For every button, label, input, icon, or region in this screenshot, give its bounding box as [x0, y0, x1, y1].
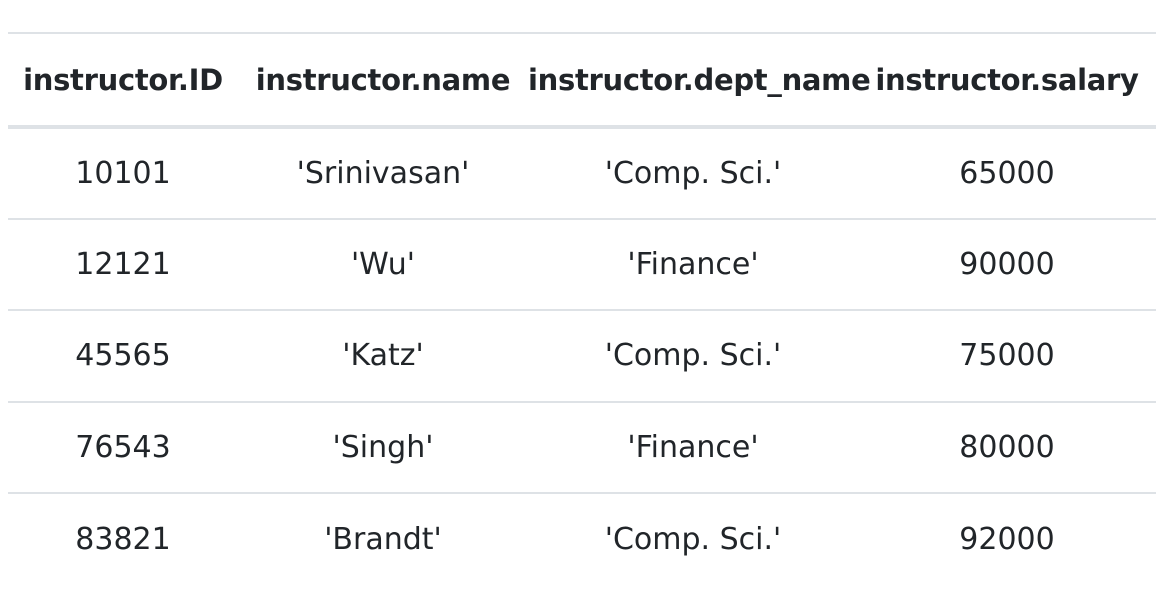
cell-dept-name: 'Comp. Sci.': [604, 155, 782, 191]
cell-id: 12121: [75, 246, 171, 282]
cell-salary: 75000: [959, 338, 1055, 374]
column-header-name: instructor.name: [255, 62, 511, 97]
cell-dept-name: 'Comp. Sci.': [604, 338, 782, 374]
cell-salary: 65000: [959, 155, 1055, 191]
column-header-dept-name: instructor.dept_name: [528, 62, 871, 97]
cell-id: 45565: [75, 338, 171, 374]
cell-dept-name: 'Finance': [627, 246, 759, 282]
table-row: 76543 'Singh' 'Finance' 80000: [8, 402, 1156, 493]
header-row: instructor.ID instructor.name instructor…: [8, 33, 1156, 127]
table-body: 10101 'Srinivasan' 'Comp. Sci.' 65000 12…: [8, 127, 1156, 585]
column-header-id: instructor.ID: [23, 62, 223, 97]
cell-id: 76543: [75, 429, 171, 465]
table-row: 45565 'Katz' 'Comp. Sci.' 75000: [8, 310, 1156, 402]
cell-id: 83821: [75, 521, 171, 557]
table-row: 10101 'Srinivasan' 'Comp. Sci.' 65000: [8, 127, 1156, 219]
result-table-container: instructor.ID instructor.name instructor…: [8, 32, 1156, 585]
table-row: 83821 'Brandt' 'Comp. Sci.' 92000: [8, 493, 1156, 585]
cell-dept-name: 'Comp. Sci.': [604, 521, 782, 557]
result-table: instructor.ID instructor.name instructor…: [8, 32, 1156, 585]
cell-salary: 92000: [959, 521, 1055, 557]
cell-salary: 90000: [959, 246, 1055, 282]
cell-name: 'Brandt': [324, 521, 442, 557]
table-header: instructor.ID instructor.name instructor…: [8, 33, 1156, 127]
cell-salary: 80000: [959, 429, 1055, 465]
cell-name: 'Singh': [332, 429, 434, 465]
cell-name: 'Wu': [350, 246, 416, 282]
table-row: 12121 'Wu' 'Finance' 90000: [8, 219, 1156, 310]
cell-id: 10101: [75, 155, 171, 191]
cell-name: 'Srinivasan': [296, 155, 470, 191]
cell-name: 'Katz': [342, 338, 424, 374]
cell-dept-name: 'Finance': [627, 429, 759, 465]
column-header-salary: instructor.salary: [875, 62, 1139, 97]
